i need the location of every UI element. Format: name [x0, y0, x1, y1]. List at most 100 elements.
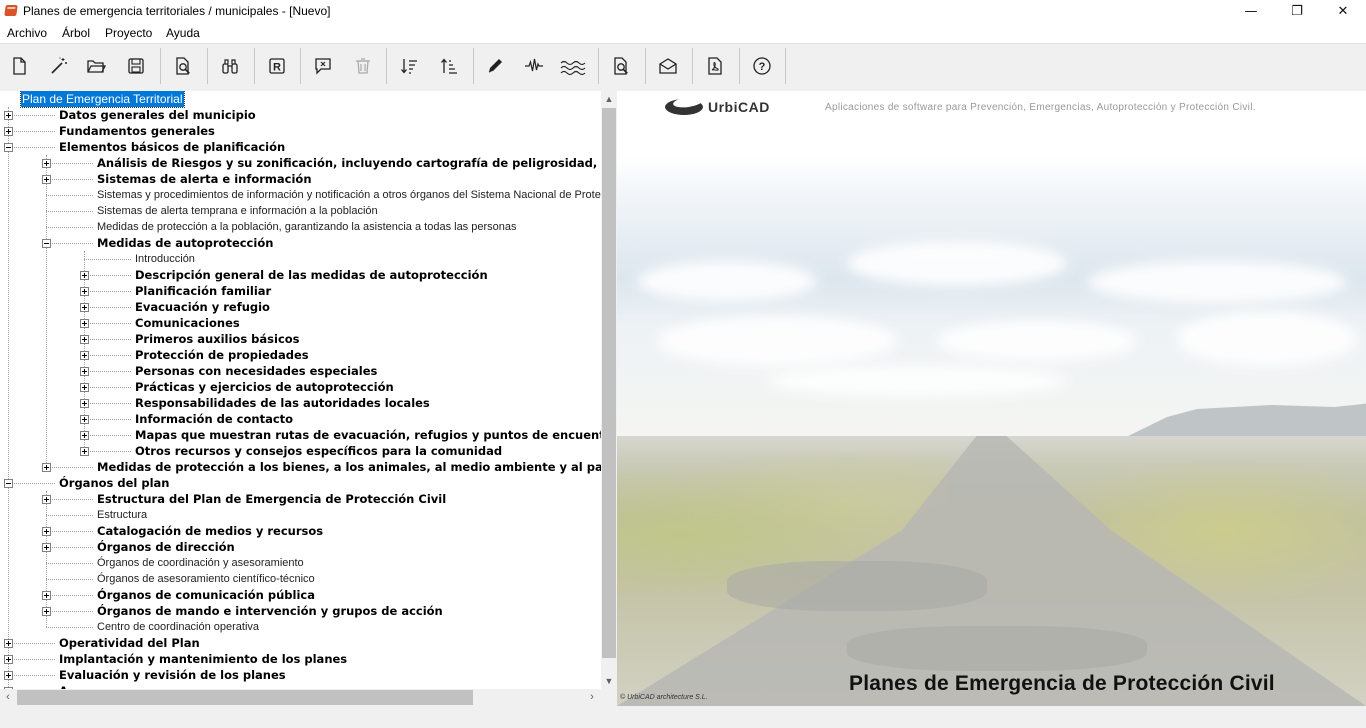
expand-icon[interactable] [42, 527, 51, 536]
expand-icon[interactable] [80, 415, 89, 424]
water-waves-icon[interactable] [560, 53, 586, 79]
expand-icon[interactable] [80, 431, 89, 440]
seismic-wave-icon[interactable] [521, 53, 547, 79]
tree-node[interactable]: Evacuación y refugio [0, 299, 601, 315]
tree-node[interactable]: Centro de coordinación operativa [0, 619, 601, 635]
expand-icon[interactable] [42, 607, 51, 616]
tree-node[interactable]: Sistemas de alerta e información [0, 171, 601, 187]
scroll-down-arrow[interactable]: ▼ [601, 673, 617, 689]
expand-icon[interactable] [80, 351, 89, 360]
tree-node[interactable]: Órganos de coordinación y asesoramiento [0, 555, 601, 571]
menu-archivo[interactable]: Archivo [7, 26, 47, 40]
expand-icon[interactable] [4, 111, 13, 120]
expand-icon[interactable] [80, 303, 89, 312]
tree-node[interactable]: Órganos de comunicación pública [0, 587, 601, 603]
expand-icon[interactable] [42, 159, 51, 168]
pencil-icon[interactable] [482, 53, 508, 79]
tree-node[interactable]: Otros recursos y consejos específicos pa… [0, 443, 601, 459]
trash-icon[interactable] [350, 53, 376, 79]
tree-node[interactable]: Comunicaciones [0, 315, 601, 331]
binoculars-icon[interactable] [217, 53, 243, 79]
tree-node[interactable]: Órganos de mando e intervención y grupos… [0, 603, 601, 619]
new-document-icon[interactable] [6, 53, 32, 79]
comment-icon[interactable] [310, 53, 336, 79]
pdf-icon[interactable] [702, 53, 728, 79]
tree-node[interactable]: Elementos básicos de planificación [0, 139, 601, 155]
expand-icon[interactable] [80, 287, 89, 296]
open-folder-icon[interactable] [83, 53, 109, 79]
expand-icon[interactable] [80, 383, 89, 392]
expand-icon[interactable] [4, 671, 13, 680]
tree-node[interactable]: Implantación y mantenimiento de los plan… [0, 651, 601, 667]
tree-node[interactable]: Sistemas y procedimientos de información… [0, 187, 601, 203]
envelope-icon[interactable] [655, 53, 681, 79]
sort-descending-icon[interactable] [396, 53, 422, 79]
tree-node[interactable]: Medidas de protección a los bienes, a lo… [0, 459, 601, 475]
scroll-up-arrow[interactable]: ▲ [601, 91, 617, 107]
expand-icon[interactable] [4, 127, 13, 136]
tree-node[interactable]: Introducción [0, 251, 601, 267]
tree-node[interactable]: Órganos de asesoramiento científico-técn… [0, 571, 601, 587]
scroll-thumb[interactable] [17, 690, 473, 705]
magic-wand-icon[interactable] [46, 53, 72, 79]
tree-node[interactable]: Descripción general de las medidas de au… [0, 267, 601, 283]
tree-node[interactable]: Estructura [0, 507, 601, 523]
r-box-icon[interactable]: R [264, 53, 290, 79]
tree-node[interactable]: Fundamentos generales [0, 123, 601, 139]
help-icon[interactable]: ? [749, 53, 775, 79]
tree-node[interactable]: Evaluación y revisión de los planes [0, 667, 601, 683]
tree-node[interactable]: Órganos de dirección [0, 539, 601, 555]
tree-node[interactable]: Sistemas de alerta temprana e informació… [0, 203, 601, 219]
expand-icon[interactable] [42, 591, 51, 600]
scroll-thumb[interactable] [602, 108, 616, 658]
expand-icon[interactable] [80, 319, 89, 328]
minimize-button[interactable]: — [1228, 0, 1274, 23]
tree-node[interactable]: Datos generales del municipio [0, 107, 601, 123]
expand-icon[interactable] [80, 447, 89, 456]
menu-arbol[interactable]: Árbol [62, 26, 90, 40]
tree-node[interactable]: Estructura del Plan de Emergencia de Pro… [0, 491, 601, 507]
tree-horizontal-scrollbar[interactable]: ‹ › [0, 689, 601, 706]
expand-icon[interactable] [80, 335, 89, 344]
tree-node[interactable]: Prácticas y ejercicios de autoprotección [0, 379, 601, 395]
expand-icon[interactable] [80, 399, 89, 408]
scroll-right-arrow[interactable]: › [584, 689, 600, 706]
expand-icon[interactable] [42, 495, 51, 504]
sort-ascending-icon[interactable] [436, 53, 462, 79]
expand-icon[interactable] [42, 175, 51, 184]
expand-icon[interactable] [4, 639, 13, 648]
tree-node[interactable]: Medidas de protección a la población, ga… [0, 219, 601, 235]
collapse-icon[interactable] [4, 479, 13, 488]
document-search-icon[interactable] [608, 53, 634, 79]
tree-node[interactable]: Mapas que muestran rutas de evacuación, … [0, 427, 601, 443]
scroll-left-arrow[interactable]: ‹ [0, 689, 16, 706]
tree-node[interactable]: Catalogación de medios y recursos [0, 523, 601, 539]
tree-node[interactable]: Plan de Emergencia Territorial [0, 91, 601, 108]
tree-node[interactable]: Información de contacto [0, 411, 601, 427]
tree-node[interactable]: Personas con necesidades especiales [0, 363, 601, 379]
tree-node[interactable]: Análisis de Riesgos y su zonificación, i… [0, 155, 601, 171]
save-icon[interactable] [123, 53, 149, 79]
tree-node-label: Evacuación y refugio [135, 300, 270, 314]
expand-icon[interactable] [80, 367, 89, 376]
tree-node[interactable]: Medidas de autoprotección [0, 235, 601, 251]
tree-node[interactable]: Planificación familiar [0, 283, 601, 299]
outline-tree[interactable]: Plan de Emergencia Territorial Datos gene… [0, 91, 601, 689]
menu-proyecto[interactable]: Proyecto [105, 26, 152, 40]
tree-vertical-scrollbar[interactable]: ▲ ▼ [601, 91, 617, 689]
tree-node[interactable]: Responsabilidades de las autoridades loc… [0, 395, 601, 411]
print-preview-icon[interactable] [170, 53, 196, 79]
collapse-icon[interactable] [4, 143, 13, 152]
tree-node[interactable]: Operatividad del Plan [0, 635, 601, 651]
restore-button[interactable]: ❐ [1274, 0, 1320, 23]
menu-ayuda[interactable]: Ayuda [166, 26, 200, 40]
tree-node[interactable]: Órganos del plan [0, 475, 601, 491]
expand-icon[interactable] [4, 655, 13, 664]
tree-node[interactable]: Protección de propiedades [0, 347, 601, 363]
collapse-icon[interactable] [42, 239, 51, 248]
tree-node[interactable]: Primeros auxilios básicos [0, 331, 601, 347]
close-button[interactable]: ✕ [1320, 0, 1366, 23]
expand-icon[interactable] [42, 543, 51, 552]
expand-icon[interactable] [42, 463, 51, 472]
expand-icon[interactable] [80, 271, 89, 280]
